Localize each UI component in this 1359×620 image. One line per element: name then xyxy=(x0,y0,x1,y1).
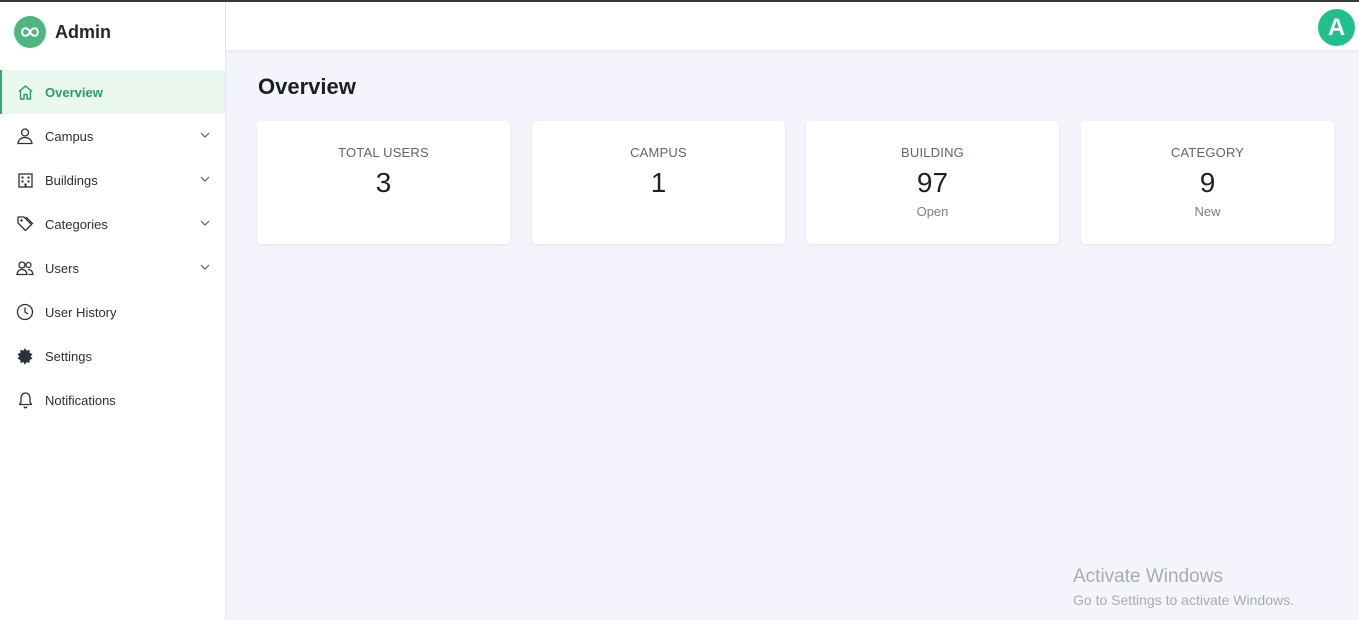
watermark-title: Activate Windows xyxy=(1073,566,1223,587)
sidebar-item-label: Campus xyxy=(45,128,94,144)
user-pin-icon xyxy=(16,127,34,145)
window-top-border xyxy=(0,0,1359,2)
card-value: 3 xyxy=(375,167,392,198)
avatar[interactable]: A xyxy=(1318,9,1355,46)
sidebar-item-label: Categories xyxy=(45,216,108,232)
sidebar-item-user-history[interactable]: User History xyxy=(0,290,225,334)
clock-icon xyxy=(16,303,34,321)
page-title: Overview xyxy=(258,74,356,99)
infinity-icon xyxy=(14,16,46,48)
sidebar-item-buildings[interactable]: Buildings xyxy=(0,158,225,202)
sidebar-item-categories[interactable]: Categories xyxy=(0,202,225,246)
sidebar-item-label: Buildings xyxy=(45,172,98,188)
stats-cards: TOTAL USERS 3 CAMPUS 1 BUILDING 97 Open … xyxy=(257,121,1334,245)
card-title: CAMPUS xyxy=(630,145,687,160)
chevron-down-icon[interactable] xyxy=(199,129,211,141)
sidebar-item-label: Notifications xyxy=(45,392,116,408)
card-building: BUILDING 97 Open xyxy=(806,121,1059,244)
card-campus: CAMPUS 1 xyxy=(532,121,785,244)
card-total-users: TOTAL USERS 3 xyxy=(257,121,510,244)
home-icon xyxy=(16,83,34,101)
sidebar-item-label: Overview xyxy=(45,84,103,100)
watermark-subtitle: Go to Settings to activate Windows. xyxy=(1073,592,1294,608)
card-title: TOTAL USERS xyxy=(338,145,429,160)
card-category: CATEGORY 9 New xyxy=(1081,121,1334,244)
chevron-down-icon[interactable] xyxy=(199,173,211,185)
card-value: 1 xyxy=(650,167,667,198)
bell-icon xyxy=(16,391,34,409)
card-subtitle: Open xyxy=(916,204,949,219)
card-subtitle: New xyxy=(1194,204,1221,219)
top-header: A xyxy=(226,2,1359,51)
users-icon xyxy=(16,259,34,277)
sidebar-item-label: Settings xyxy=(45,348,92,364)
brand[interactable]: Admin xyxy=(0,2,225,62)
sidebar-item-users[interactable]: Users xyxy=(0,246,225,290)
building-icon xyxy=(16,171,34,189)
gear-icon xyxy=(16,347,34,365)
card-value: 9 xyxy=(1199,167,1216,198)
sidebar: Admin Overview Campus Buildings Categori… xyxy=(0,2,226,620)
card-title: CATEGORY xyxy=(1170,145,1245,160)
sidebar-nav: Overview Campus Buildings Categories Use… xyxy=(0,70,225,422)
chevron-down-icon[interactable] xyxy=(199,217,211,229)
sidebar-item-settings[interactable]: Settings xyxy=(0,334,225,378)
sidebar-item-label: User History xyxy=(45,304,117,320)
tags-icon xyxy=(16,215,34,233)
chevron-down-icon[interactable] xyxy=(199,261,211,273)
card-value: 97 xyxy=(916,167,949,198)
sidebar-item-label: Users xyxy=(45,260,79,276)
activate-windows-watermark: Activate Windows Go to Settings to activ… xyxy=(1073,566,1294,612)
card-title: BUILDING xyxy=(900,145,964,160)
sidebar-item-campus[interactable]: Campus xyxy=(0,114,225,158)
brand-name: Admin xyxy=(55,21,111,42)
sidebar-item-overview[interactable]: Overview xyxy=(0,70,225,114)
sidebar-item-notifications[interactable]: Notifications xyxy=(0,378,225,422)
